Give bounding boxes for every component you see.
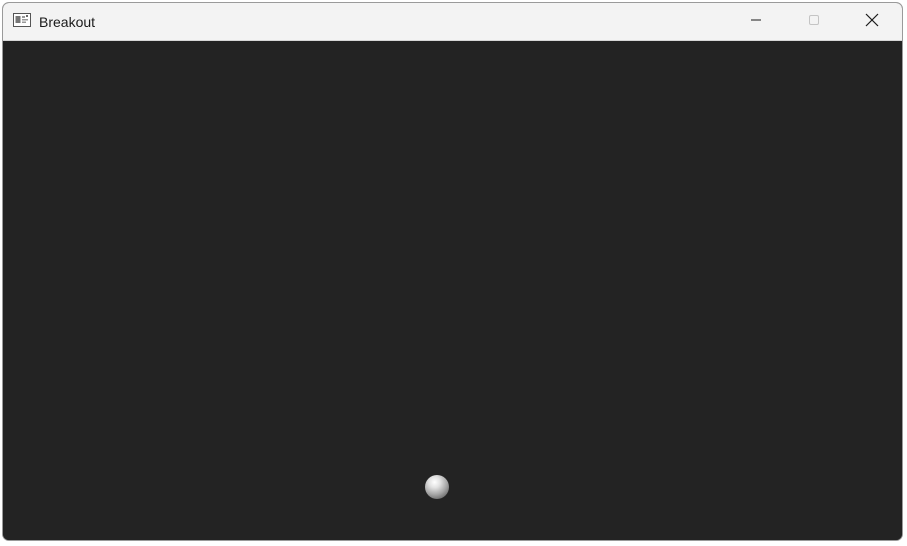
- close-button[interactable]: [843, 3, 901, 41]
- maximize-button[interactable]: [785, 3, 843, 41]
- title-bar[interactable]: Breakout: [3, 3, 902, 41]
- app-window: Breakout: [2, 2, 903, 541]
- close-icon: [865, 13, 879, 32]
- window-app-icon: [13, 13, 31, 27]
- window-title: Breakout: [39, 14, 96, 30]
- minimize-button[interactable]: [727, 3, 785, 41]
- ball: [425, 475, 449, 499]
- game-canvas[interactable]: [3, 41, 902, 540]
- minimize-icon: [750, 13, 762, 31]
- maximize-icon: [808, 13, 820, 31]
